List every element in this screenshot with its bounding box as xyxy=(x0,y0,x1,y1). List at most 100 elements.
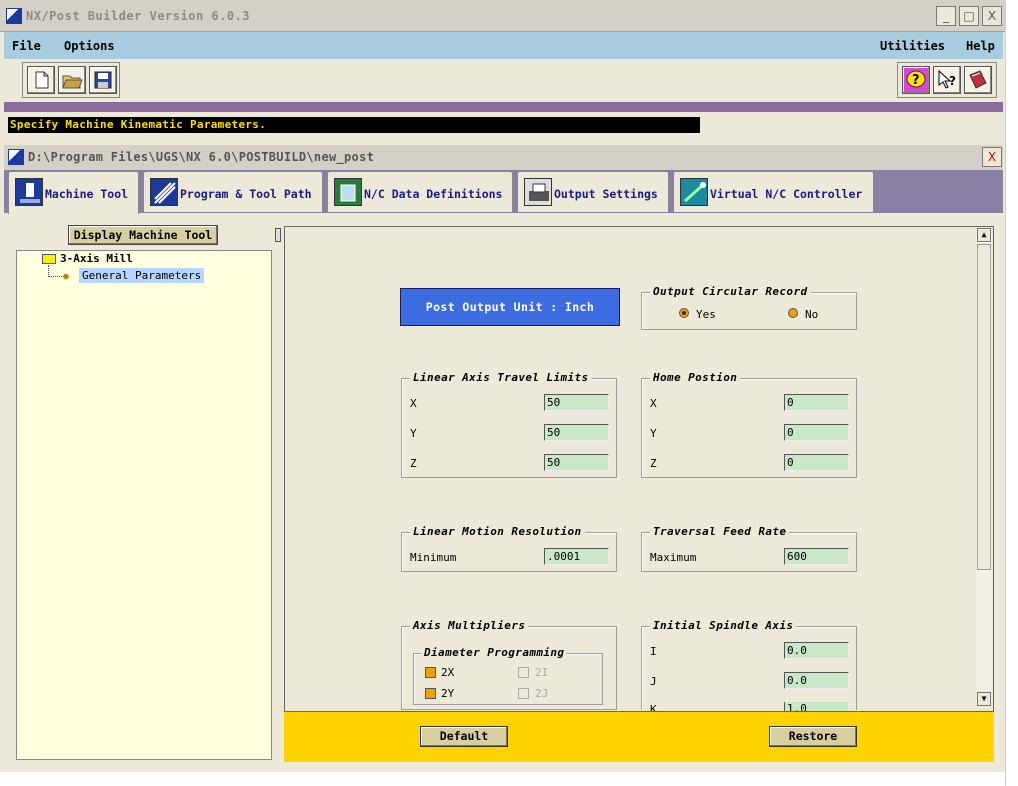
travel-y-field[interactable]: 50 xyxy=(544,424,609,441)
parameters-pane xyxy=(284,226,994,712)
home-y-label: Y xyxy=(650,427,657,440)
help-question-button[interactable]: ? xyxy=(902,66,930,94)
pane-splitter-handle[interactable] xyxy=(275,228,281,242)
post-window-icon xyxy=(8,149,24,165)
component-tree-pane xyxy=(16,250,272,760)
checkbox-2i-label: 2I xyxy=(535,666,549,679)
separator-bar xyxy=(4,102,1003,112)
display-machine-tool-button[interactable]: Display Machine Tool xyxy=(68,225,218,245)
checkbox-2j[interactable] xyxy=(518,688,529,699)
file-toolbar-group xyxy=(22,62,120,98)
open-file-button[interactable] xyxy=(58,66,86,94)
menu-utilities[interactable]: Utilities xyxy=(880,39,945,53)
save-disk-icon xyxy=(94,71,112,89)
tab-strip: Machine Tool Program & Tool Path N/C Dat… xyxy=(4,170,1003,214)
pointer-help-icon: ? xyxy=(938,69,956,89)
virtual-controller-icon xyxy=(680,178,708,206)
help-toolbar-group: ? ? xyxy=(897,62,997,98)
radio-no[interactable] xyxy=(788,308,798,318)
save-file-button[interactable] xyxy=(89,66,117,94)
help-question-icon: ? xyxy=(906,70,926,88)
radio-yes[interactable] xyxy=(679,308,689,318)
tab-output-settings[interactable]: Output Settings xyxy=(517,171,669,212)
tree-root-3-axis-mill[interactable]: 3-Axis Mill xyxy=(60,252,133,265)
tab-label: Machine Tool xyxy=(45,187,129,201)
close-button[interactable]: X xyxy=(982,6,1002,26)
travel-z-field[interactable]: 50 xyxy=(544,454,609,471)
background-window-strip xyxy=(0,772,1005,786)
vertical-scrollbar[interactable]: ▲ ▼ xyxy=(976,228,992,708)
svg-text:?: ? xyxy=(949,74,956,88)
traversal-feed-rate-title: Traversal Feed Rate xyxy=(650,525,790,538)
restore-button[interactable]: Restore xyxy=(769,726,857,747)
spindle-k-label: K xyxy=(650,703,657,711)
initial-spindle-axis-group xyxy=(641,626,857,710)
checkbox-2i[interactable] xyxy=(518,667,529,678)
tab-machine-tool[interactable]: Machine Tool xyxy=(8,171,139,214)
new-file-button[interactable] xyxy=(27,66,55,94)
spindle-i-field[interactable]: 0.0 xyxy=(784,642,849,659)
radio-yes-label: Yes xyxy=(696,308,716,321)
checkbox-2y-label: 2Y xyxy=(441,687,455,700)
home-position-title: Home Postion xyxy=(650,371,741,384)
tab-program-tool-path[interactable]: Program & Tool Path xyxy=(143,171,323,212)
tab-label: Virtual N/C Controller xyxy=(710,187,863,201)
menu-help[interactable]: Help xyxy=(966,39,995,53)
tab-label: N/C Data Definitions xyxy=(364,187,503,201)
post-window-close-button[interactable]: X xyxy=(982,147,1002,167)
nc-data-icon xyxy=(334,178,362,206)
folder-icon xyxy=(42,254,56,264)
home-x-label: X xyxy=(650,397,657,410)
home-y-field[interactable]: 0 xyxy=(784,424,849,441)
default-button[interactable]: Default xyxy=(420,726,508,747)
home-z-field[interactable]: 0 xyxy=(784,454,849,471)
linear-motion-resolution-title: Linear Motion Resolution xyxy=(410,525,585,538)
svg-text:?: ? xyxy=(912,73,920,88)
manual-button[interactable] xyxy=(964,66,992,94)
home-z-label: Z xyxy=(650,457,657,470)
axis-multipliers-title: Axis Multipliers xyxy=(410,619,529,632)
menu-bar: File Options Utilities Help xyxy=(4,32,1003,59)
gear-icon: ✹ xyxy=(62,269,70,284)
open-folder-icon xyxy=(62,75,83,89)
resolution-minimum-field[interactable]: .0001 xyxy=(544,548,609,565)
checkbox-2y[interactable] xyxy=(425,688,436,699)
menu-options[interactable]: Options xyxy=(64,39,115,53)
initial-spindle-axis-title: Initial Spindle Axis xyxy=(650,619,797,632)
menu-file[interactable]: File xyxy=(12,39,41,53)
post-window-title: D:\Program Files\UGS\NX 6.0\POSTBUILD\ne… xyxy=(28,150,375,164)
checkbox-2j-label: 2J xyxy=(535,687,549,700)
spindle-k-clip: K 1.0 xyxy=(640,702,870,711)
checkbox-2x[interactable] xyxy=(425,667,436,678)
tab-label: Program & Tool Path xyxy=(180,187,312,201)
scroll-thumb[interactable] xyxy=(977,244,991,570)
toolbar: ? ? xyxy=(4,59,1003,101)
tab-virtual-nc-controller[interactable]: Virtual N/C Controller xyxy=(673,171,874,212)
travel-x-field[interactable]: 50 xyxy=(544,394,609,411)
context-help-button[interactable]: ? xyxy=(933,66,961,94)
spindle-k-field[interactable]: 1.0 xyxy=(784,702,849,711)
spindle-j-label: J xyxy=(650,675,657,688)
app-title-bar: NX/Post Builder Version 6.0.3 _ □ X xyxy=(0,0,1005,32)
maximize-button[interactable]: □ xyxy=(959,6,979,26)
travel-y-label: Y xyxy=(410,427,417,440)
scroll-up-arrow[interactable]: ▲ xyxy=(977,228,991,242)
feed-maximum-field[interactable]: 600 xyxy=(784,548,849,565)
home-x-field[interactable]: 0 xyxy=(784,394,849,411)
app-title: NX/Post Builder Version 6.0.3 xyxy=(26,9,251,23)
post-window-title-bar: D:\Program Files\UGS\NX 6.0\POSTBUILD\ne… xyxy=(4,145,1003,170)
post-output-unit-button[interactable]: Post Output Unit : Inch xyxy=(400,288,620,326)
travel-x-label: X xyxy=(410,397,417,410)
minimize-button[interactable]: _ xyxy=(936,6,956,26)
action-bar: Default Restore xyxy=(284,712,994,762)
scroll-down-arrow[interactable]: ▼ xyxy=(977,692,991,706)
linear-axis-travel-limits-title: Linear Axis Travel Limits xyxy=(410,371,592,384)
checkbox-2x-label: 2X xyxy=(441,666,455,679)
tree-item-general-parameters[interactable]: General Parameters xyxy=(79,268,205,283)
tab-label: Output Settings xyxy=(554,187,658,201)
tab-nc-data-definitions[interactable]: N/C Data Definitions xyxy=(327,171,513,212)
spindle-j-field[interactable]: 0.0 xyxy=(784,672,849,689)
output-circular-record-title: Output Circular Record xyxy=(650,285,811,298)
background-window-edge xyxy=(1005,0,1018,786)
tree-connector xyxy=(48,265,62,277)
